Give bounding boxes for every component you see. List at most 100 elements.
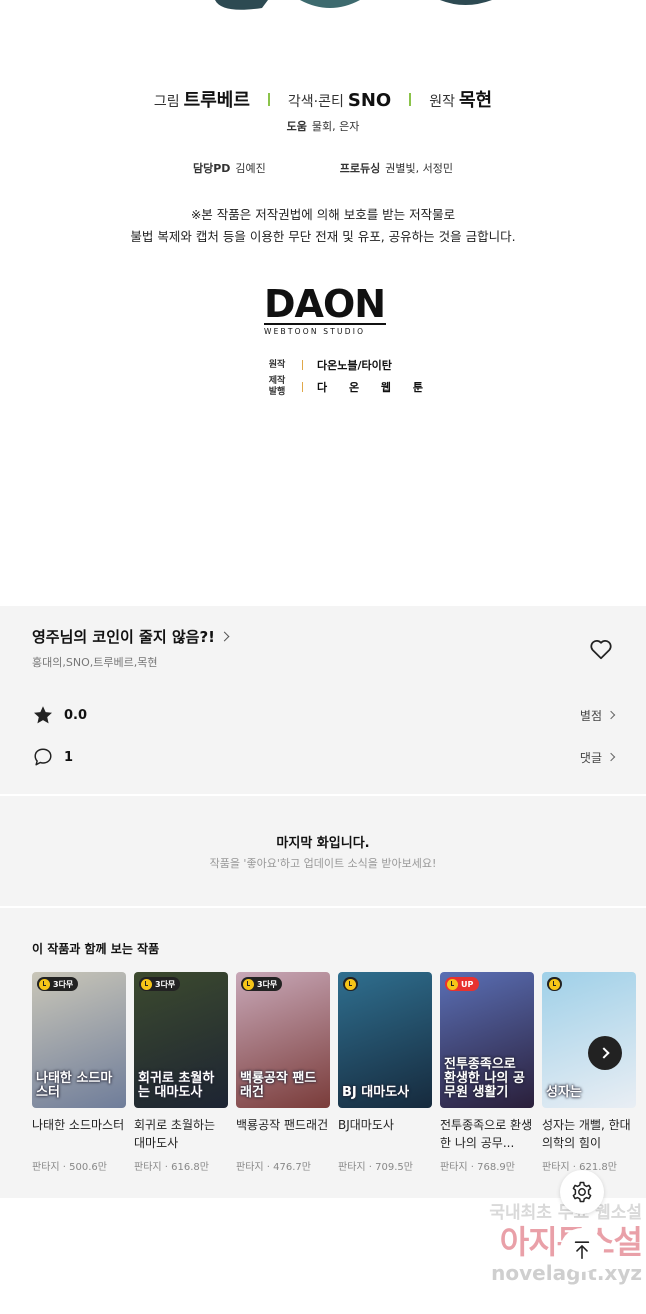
original-name: 목현 [458, 90, 493, 111]
copyright-line: 불법 복제와 캡처 등을 이용한 무단 전재 및 유포, 공유하는 것을 금합니… [130, 229, 516, 244]
pub-original-label: 원작 [268, 359, 286, 370]
work-title-link[interactable]: 영주님의 코인이 줄지 않음?! [32, 626, 230, 647]
watermark-line: 아지툰소설 [436, 1223, 643, 1261]
recommendation-meta: 판타지 · 500.6만 [32, 1162, 107, 1173]
work-authors: 홍대의,SNO,트루베르,목현 [32, 656, 158, 669]
star-icon [34, 706, 52, 724]
main-credits: 그림 트루베르 각색·콘티 SNO 원작 목현 [0, 86, 646, 112]
wait-free-badge: 3다무 [241, 977, 283, 991]
watermark: 국내최초 무료 웹소설 아지툰소설 novelagit.xyz [436, 1198, 643, 1285]
badge-text: 3다무 [155, 979, 176, 989]
last-episode-title: 마지막 화입니다. [276, 836, 370, 851]
art-label: 그림 [153, 94, 180, 110]
thumbnail-title: 나태한 소드마스터 [36, 1071, 113, 1100]
badge-text: 3다무 [257, 979, 278, 989]
recommendation-title[interactable]: 성자는 개뻘, 한대의학의 힘이 [542, 1116, 636, 1152]
color-name: SNO [347, 90, 392, 111]
credit-divider [267, 92, 270, 106]
recommendations-section: 이 작품과 함께 보는 작품 3다무 나태한 소드마스터 나태한 소드마스터 판타지 … [0, 908, 646, 1198]
recommendation-title[interactable]: 나태한 소드마스터 [32, 1116, 126, 1152]
clock-icon [39, 978, 50, 990]
credit-divider [409, 92, 412, 106]
arrow-up-icon [574, 1241, 590, 1260]
staff-credits: 담당PD 김예진 프로듀싱 권별빛, 서정민 [0, 160, 646, 176]
recommendation-title[interactable]: 전투종족으로 환생한 나의 공무... [440, 1116, 534, 1152]
wait-free-badge: 3다무 [139, 977, 181, 991]
thumbnail-title: 성자는 [546, 1085, 582, 1100]
last-episode-notice: 마지막 화입니다. 작품을 '좋아요'하고 업데이트 소식을 받아보세요! [0, 796, 646, 906]
last-episode-subtitle: 작품을 '좋아요'하고 업데이트 소식을 받아보세요! [209, 857, 437, 870]
settings-button[interactable] [560, 1170, 604, 1214]
carousel-next-button[interactable] [588, 1036, 622, 1070]
badge-text: 3다무 [53, 979, 74, 989]
art-name: 트루베르 [183, 90, 250, 111]
assist-label: 도움 [286, 120, 307, 133]
pub-divider [302, 360, 303, 370]
studio-logo: DAON WEBTOON STUDIO [264, 282, 386, 336]
thumbnail-title: 백룡공작 팬드래건 [240, 1071, 317, 1100]
wait-free-badge: 3다무 [37, 977, 79, 991]
pd-name: 김예진 [235, 162, 266, 175]
producing-names: 권별빛, 서정민 [385, 162, 453, 175]
rating-link[interactable]: 별점 [580, 707, 616, 724]
recommendation-card[interactable]: 3다무 나태한 소드마스터 나태한 소드마스터 판타지 · 500.6만 [32, 972, 126, 1173]
recommendation-carousel: 3다무 나태한 소드마스터 나태한 소드마스터 판타지 · 500.6만 3다무 회귀로 … [32, 972, 636, 1173]
episode-art-fragment [215, 0, 492, 10]
recommendation-card[interactable]: 성자는 성자는 개뻘, 한대의학의 힘이 판타지 · 621.8만 [542, 972, 636, 1173]
recommendation-card[interactable]: BJ 대마도사 BJ대마도사판타지 · 709.5만 [338, 972, 432, 1173]
comment-icon [34, 748, 52, 766]
recommendation-thumbnail[interactable]: 3다무회귀로 초월하는 대마도사 [134, 972, 228, 1108]
recommendation-card[interactable]: 3다무 회귀로 초월하는 대마도사 회귀로 초월하는 대마도사 판타지 · 616.8… [134, 972, 228, 1173]
pd-label: 담당PD [192, 162, 231, 175]
original-label: 원작 [429, 94, 455, 110]
thumbnail-title: BJ 대마도사 [342, 1085, 410, 1100]
recommendation-meta: 판타지 · 709.5만 [338, 1162, 413, 1173]
studio-logo-text: DAON [264, 282, 386, 326]
wait-free-badge [547, 977, 562, 991]
recommendation-thumbnail[interactable]: 3다무나태한 소드마스터 [32, 972, 126, 1108]
comments-count: 1 [64, 749, 74, 765]
clock-icon [549, 978, 560, 990]
chevron-right-icon [606, 752, 616, 762]
recommendation-thumbnail[interactable]: BJ 대마도사 [338, 972, 432, 1108]
chevron-right-icon [606, 710, 616, 720]
wait-free-badge [343, 977, 358, 991]
watermark-line: novelagit.xyz [491, 1261, 642, 1285]
pub-divider [302, 382, 303, 392]
watermark-line: 국내최초 무료 웹소설 [489, 1203, 642, 1223]
scroll-top-button[interactable] [560, 1228, 604, 1272]
recommendation-thumbnail[interactable]: 성자는 [542, 972, 636, 1108]
viewer-page: 그림 트루베르 각색·콘티 SNO 원작 목현 도움 물회, 은자 담당PD 김예진… [0, 0, 646, 1314]
recommendation-title[interactable]: 백룡공작 팬드래건 [236, 1116, 330, 1152]
recommendation-card[interactable]: UP 전투종족으로 환생한 나의 공무원 생활기전투종족으로 환생한 나의 공무.… [440, 972, 534, 1173]
publisher-info: 원작 다온노블/타이탄 제작 발행 다 온 웹 툰 [266, 356, 432, 400]
heart-icon[interactable] [588, 636, 614, 662]
work-info-panel: 영주님의 코인이 줄지 않음?! 홍대의,SNO,트루베르,목현 0.0 별점 [0, 606, 646, 794]
recommendation-title[interactable]: 회귀로 초월하는 대마도사 [134, 1116, 228, 1152]
recommendation-meta: 판타지 · 616.8만 [134, 1162, 209, 1173]
producing-label: 프로듀싱 [339, 162, 381, 175]
color-label: 각색·콘티 [287, 94, 344, 110]
badge-text: UP [461, 979, 474, 989]
recommendation-thumbnail[interactable]: UP 전투종족으로 환생한 나의 공무원 생활기 [440, 972, 534, 1108]
clock-icon [345, 978, 356, 990]
assist-names: 물회, 은자 [311, 120, 360, 133]
thumbnail-title: 전투종족으로 환생한 나의 공무원 생활기 [444, 1057, 525, 1100]
pub-production-value: 다 온 웹 툰 [317, 381, 432, 394]
comments-link[interactable]: 댓글 [580, 749, 616, 766]
recommendation-meta: 판타지 · 476.7만 [236, 1162, 311, 1173]
assist-credits: 도움 물회, 은자 [0, 118, 646, 134]
recommendations-heading: 이 작품과 함께 보는 작품 [32, 942, 160, 956]
rating-row: 0.0 별점 [32, 704, 616, 726]
recommendation-meta: 판타지 · 768.9만 [440, 1162, 515, 1173]
gear-icon [572, 1181, 592, 1203]
clock-icon [243, 978, 254, 990]
thumbnail-title: 회귀로 초월하는 대마도사 [138, 1071, 215, 1100]
recommendation-card[interactable]: 3다무 백룡공작 팬드래건 백룡공작 팬드래건 판타지 · 476.7만 [236, 972, 330, 1173]
recommendation-thumbnail[interactable]: 3다무백룡공작 팬드래건 [236, 972, 330, 1108]
copyright-line: ※본 작품은 저작권법에 의해 보호를 받는 저작물로 [190, 207, 456, 222]
chevron-right-icon [597, 1047, 610, 1059]
pub-production-label: 제작 발행 [268, 376, 286, 397]
pub-original-value: 다온노블/타이탄 [317, 359, 392, 372]
recommendation-title[interactable]: BJ대마도사 [338, 1116, 432, 1152]
